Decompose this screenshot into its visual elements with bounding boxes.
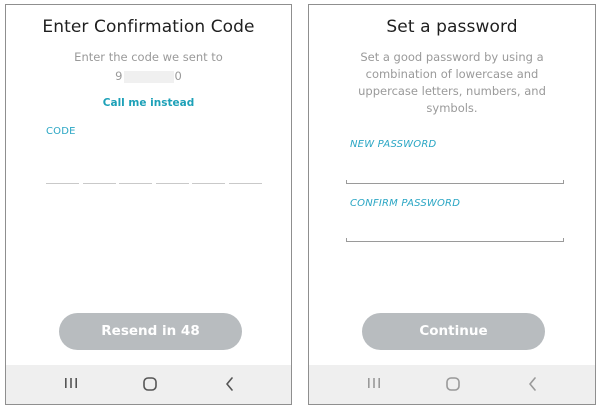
code-input[interactable]	[46, 183, 262, 186]
navigation-bar	[6, 365, 291, 404]
password-hint-line-2: combination of lowercase and	[365, 67, 539, 81]
password-hint-line-3: uppercase letters, numbers, and	[358, 84, 546, 98]
new-password-label: NEW PASSWORD	[350, 139, 437, 150]
set-password-screen: Set a password Set a good password by us…	[308, 4, 596, 405]
password-hint-line-4: symbols.	[426, 101, 478, 115]
call-me-instead-link[interactable]: Call me instead	[6, 97, 291, 109]
confirm-password-label: CONFIRM PASSWORD	[350, 198, 461, 209]
code-digit-2[interactable]	[83, 183, 116, 184]
home-icon[interactable]	[433, 365, 473, 404]
phone-mask	[123, 70, 174, 83]
home-icon[interactable]	[130, 365, 170, 404]
code-digit-6[interactable]	[229, 183, 262, 184]
code-label: CODE	[46, 126, 76, 137]
new-password-field[interactable]	[346, 180, 564, 184]
phone-prefix: 9	[115, 69, 123, 83]
page-title: Enter Confirmation Code	[42, 17, 255, 37]
code-digit-3[interactable]	[119, 183, 152, 184]
code-sent-text: Enter the code we sent to	[74, 50, 223, 64]
resend-button[interactable]: Resend in 48	[59, 313, 242, 350]
navigation-bar	[309, 365, 595, 404]
phone-suffix: 0	[174, 69, 182, 83]
back-icon[interactable]	[513, 365, 553, 404]
page-title: Set a password	[386, 17, 518, 37]
recents-icon[interactable]	[51, 365, 91, 404]
back-icon[interactable]	[210, 365, 250, 404]
code-digit-4[interactable]	[156, 183, 189, 184]
confirmation-code-screen: Enter Confirmation Code Enter the code w…	[5, 4, 292, 405]
code-digit-5[interactable]	[192, 183, 225, 184]
continue-button[interactable]: Continue	[362, 313, 545, 350]
masked-phone-number: 90	[6, 69, 291, 83]
code-digit-1[interactable]	[46, 183, 79, 184]
password-hint-line-1: Set a good password by using a	[360, 50, 544, 64]
recents-icon[interactable]	[354, 365, 394, 404]
confirm-password-field[interactable]	[346, 238, 564, 242]
